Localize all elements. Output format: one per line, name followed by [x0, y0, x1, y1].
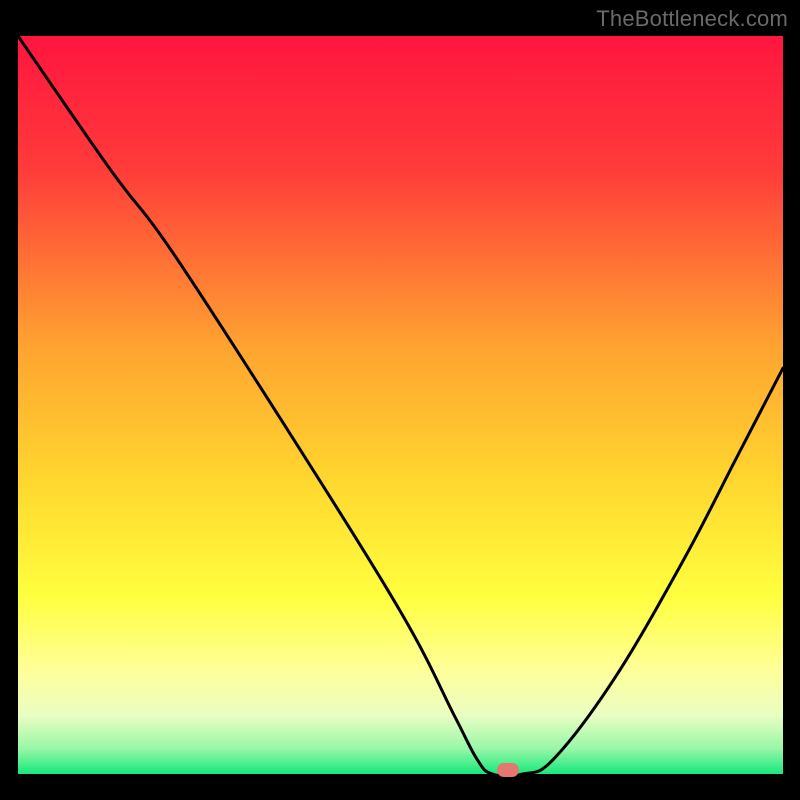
- bottleneck-curve: [18, 36, 783, 774]
- plot-area: [18, 36, 783, 774]
- watermark-text: TheBottleneck.com: [596, 6, 788, 32]
- optimal-point-marker: [497, 763, 519, 777]
